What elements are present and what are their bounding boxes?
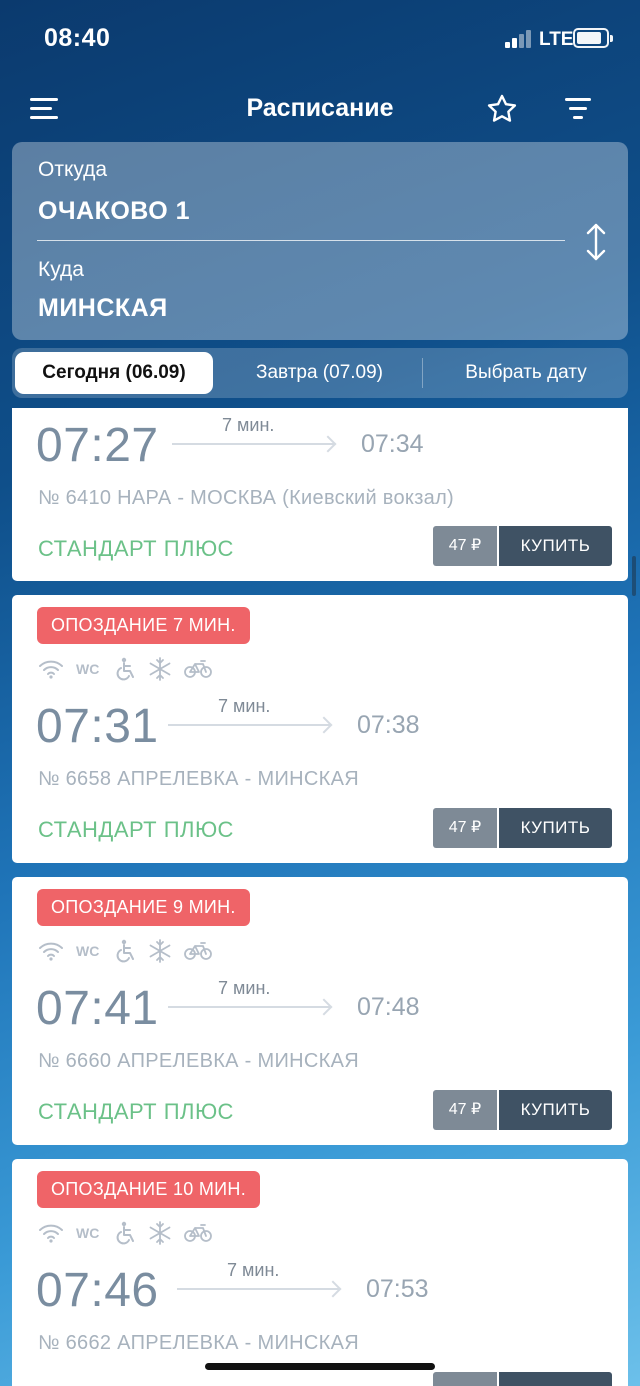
train-class: СТАНДАРТ ПЛЮС <box>38 1099 234 1124</box>
from-label: Откуда <box>38 158 108 181</box>
from-station-field[interactable]: ОЧАКОВО 1 <box>38 197 190 226</box>
buy-group: 47 ₽ КУПИТЬ <box>433 1090 612 1130</box>
wifi-icon <box>39 660 63 679</box>
buy-group: 47 ₽ КУПИТЬ <box>433 526 612 566</box>
tab-today[interactable]: Сегодня (06.09) <box>15 352 213 394</box>
train-list[interactable]: 07:27 7 мин. 07:34 № 6410 НАРА - МОСКВА … <box>0 408 640 1386</box>
route-arrow-icon <box>168 998 334 1016</box>
train-card[interactable]: ОПОЗДАНИЕ 9 МИН. WC 07:41 7 мин. 07:48 №… <box>12 877 628 1145</box>
nav-bar: Расписание <box>0 80 640 140</box>
train-route-info: № 6662 АПРЕЛЕВКА - МИНСКАЯ <box>38 1332 359 1354</box>
arrival-time: 07:38 <box>357 711 420 739</box>
tab-pick-date[interactable]: Выбрать дату <box>430 352 622 394</box>
trip-duration: 7 мин. <box>218 978 271 998</box>
train-class: СТАНДАРТ ПЛЮС <box>38 536 234 561</box>
date-tabs: Сегодня (06.09) Завтра (07.09) Выбрать д… <box>12 348 628 398</box>
route-arrow-icon <box>177 1280 343 1298</box>
route-arrow-icon <box>172 435 338 453</box>
train-route-info: № 6410 НАРА - МОСКВА (Киевский вокзал) <box>38 487 455 509</box>
buy-group <box>433 1372 612 1386</box>
delay-badge: ОПОЗДАНИЕ 7 МИН. <box>37 607 250 644</box>
buy-button[interactable]: КУПИТЬ <box>499 808 612 848</box>
amenities: WC <box>38 655 212 683</box>
buy-button[interactable]: КУПИТЬ <box>499 1090 612 1130</box>
arrival-time: 07:34 <box>361 430 424 458</box>
network-type: LTE <box>539 29 574 50</box>
wheelchair-icon <box>116 657 134 681</box>
ticket-price: 47 ₽ <box>433 808 497 848</box>
bicycle-icon <box>184 1224 212 1242</box>
route-divider <box>37 240 565 241</box>
bicycle-icon <box>184 660 212 678</box>
trip-duration: 7 мин. <box>222 415 275 435</box>
buy-button[interactable]: КУПИТЬ <box>499 526 612 566</box>
wifi-icon <box>39 1224 63 1243</box>
to-label: Куда <box>38 258 84 281</box>
status-time: 08:40 <box>44 24 111 52</box>
wc-icon: WC <box>76 661 100 677</box>
wc-icon: WC <box>76 1225 100 1241</box>
route-panel: Откуда ОЧАКОВО 1 Куда МИНСКАЯ <box>12 142 628 340</box>
status-bar: 08:40 LTE <box>0 0 640 80</box>
amenities: WC <box>38 1219 212 1247</box>
delay-badge: ОПОЗДАНИЕ 10 МИН. <box>37 1171 261 1208</box>
battery-icon <box>573 28 613 48</box>
ticket-price: 47 ₽ <box>433 1090 497 1130</box>
trip-duration: 7 мин. <box>218 696 271 716</box>
filter-icon[interactable] <box>565 98 591 120</box>
wifi-icon <box>39 942 63 961</box>
tab-divider <box>422 358 423 388</box>
home-indicator[interactable] <box>205 1363 435 1370</box>
snowflake-icon <box>149 1221 171 1245</box>
arrival-time: 07:48 <box>357 993 420 1021</box>
tab-tomorrow[interactable]: Завтра (07.09) <box>222 352 417 394</box>
departure-time: 07:41 <box>36 982 159 1035</box>
wheelchair-icon <box>116 1221 134 1245</box>
train-card[interactable]: 07:27 7 мин. 07:34 № 6410 НАРА - МОСКВА … <box>12 408 628 581</box>
buy-button[interactable] <box>499 1372 612 1386</box>
bicycle-icon <box>184 942 212 960</box>
train-card[interactable]: ОПОЗДАНИЕ 7 МИН. WC 07:31 7 мин. 07:38 №… <box>12 595 628 863</box>
train-route-info: № 6658 АПРЕЛЕВКА - МИНСКАЯ <box>38 768 359 790</box>
snowflake-icon <box>149 657 171 681</box>
ticket-price: 47 ₽ <box>433 526 497 566</box>
cellular-signal-icon <box>505 30 535 48</box>
train-card[interactable]: ОПОЗДАНИЕ 10 МИН. WC 07:46 7 мин. 07:53 … <box>12 1159 628 1386</box>
buy-group: 47 ₽ КУПИТЬ <box>433 808 612 848</box>
train-class: СТАНДАРТ ПЛЮС <box>38 817 234 842</box>
swap-icon[interactable] <box>584 222 608 262</box>
departure-time: 07:31 <box>36 700 159 753</box>
wheelchair-icon <box>116 939 134 963</box>
ticket-price <box>433 1372 497 1386</box>
star-icon[interactable] <box>485 92 519 126</box>
departure-time: 07:27 <box>36 419 159 472</box>
wc-icon: WC <box>76 943 100 959</box>
to-station-field[interactable]: МИНСКАЯ <box>38 294 168 323</box>
departure-time: 07:46 <box>36 1264 159 1317</box>
amenities: WC <box>38 937 212 965</box>
snowflake-icon <box>149 939 171 963</box>
train-route-info: № 6660 АПРЕЛЕВКА - МИНСКАЯ <box>38 1050 359 1072</box>
route-arrow-icon <box>168 716 334 734</box>
scrollbar[interactable] <box>632 556 636 596</box>
trip-duration: 7 мин. <box>227 1260 280 1280</box>
arrival-time: 07:53 <box>366 1275 429 1303</box>
page-title: Расписание <box>246 94 394 122</box>
delay-badge: ОПОЗДАНИЕ 9 МИН. <box>37 889 250 926</box>
